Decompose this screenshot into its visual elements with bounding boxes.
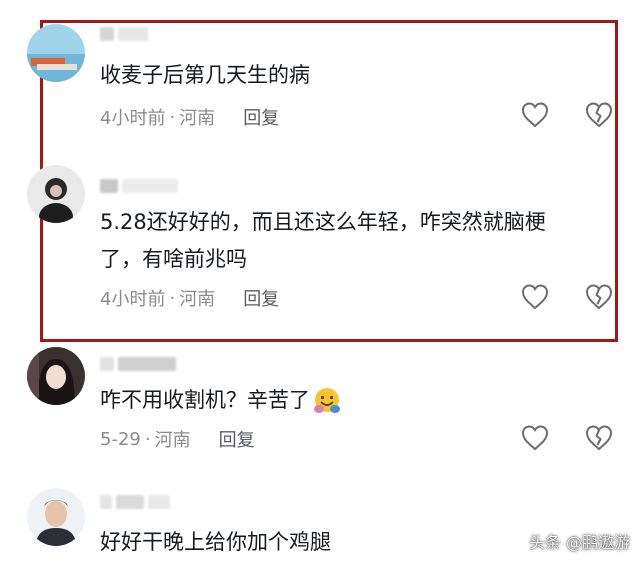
avatar[interactable] — [27, 24, 85, 82]
comment-meta: 5-29 · 河南 回复 — [100, 426, 255, 452]
comment-location: 河南 — [179, 289, 216, 310]
comment-text: 好好干晚上给你加个鸡腿 — [100, 530, 331, 554]
watermark: 头条 @鹏遨游 — [528, 533, 630, 552]
comment-location: 河南 — [154, 430, 191, 451]
reply-button[interactable]: 回复 — [243, 104, 279, 130]
reply-button[interactable]: 回复 — [243, 285, 279, 311]
username[interactable] — [100, 178, 178, 194]
comment-location: 河南 — [179, 108, 216, 129]
reply-button[interactable]: 回复 — [219, 426, 255, 452]
avatar[interactable] — [27, 347, 85, 405]
comment-meta: 4小时前 · 河南 回复 — [100, 285, 279, 311]
comment-meta: 4小时前 · 河南 回复 — [100, 104, 279, 130]
heart-icon[interactable] — [520, 282, 550, 312]
comment-text-line-1: 5.28还好好的，而且还这么年轻，咋突然就脑梗 — [100, 210, 546, 234]
broken-heart-icon[interactable] — [584, 282, 614, 312]
comment-text-line-2: 了，有啥前兆吗 — [100, 247, 247, 271]
avatar[interactable] — [27, 165, 85, 223]
comment-text: 咋不用收割机？辛苦了 — [100, 381, 342, 419]
username[interactable] — [100, 494, 170, 510]
comment-text-content: 咋不用收割机？辛苦了 — [100, 388, 310, 412]
hug-emoji-icon — [312, 386, 342, 416]
username[interactable] — [100, 26, 148, 42]
meta-separator: · — [144, 428, 151, 450]
meta-separator: · — [169, 287, 176, 309]
comment-time: 4小时前 — [100, 289, 166, 310]
comment-time: 4小时前 — [100, 108, 166, 129]
meta-separator: · — [169, 106, 176, 128]
heart-icon[interactable] — [520, 100, 550, 130]
broken-heart-icon[interactable] — [584, 100, 614, 130]
username[interactable] — [100, 356, 176, 372]
avatar[interactable] — [27, 488, 85, 546]
broken-heart-icon[interactable] — [584, 423, 614, 453]
heart-icon[interactable] — [520, 423, 550, 453]
comment-time: 5-29 — [100, 428, 141, 450]
comment-text: 收麦子后第几天生的病 — [100, 63, 310, 87]
